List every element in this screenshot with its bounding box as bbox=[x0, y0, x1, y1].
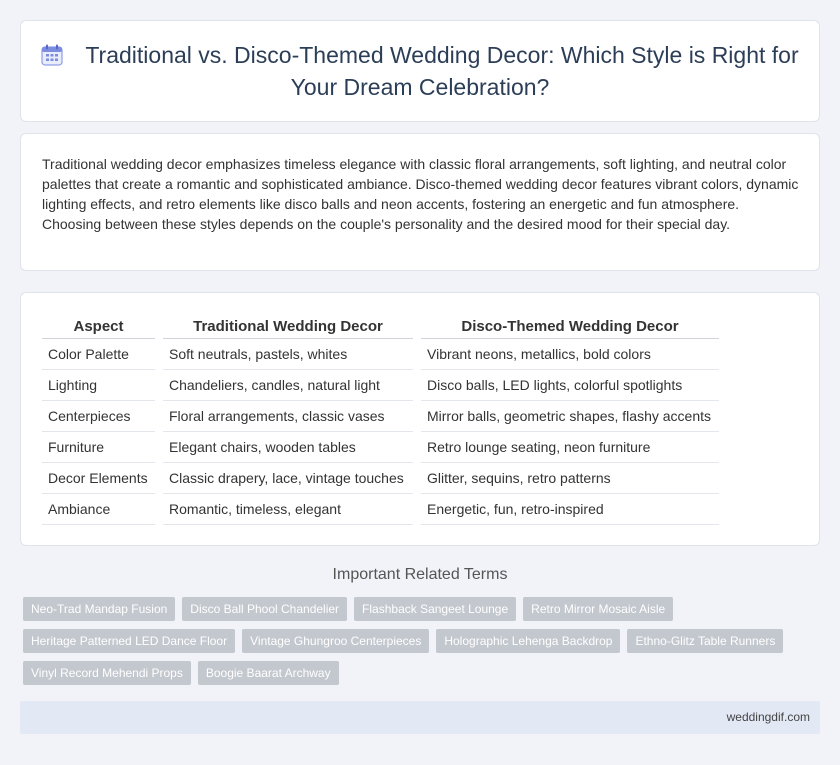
table-cell: Decor Elements bbox=[42, 462, 159, 494]
header-aspect: Aspect bbox=[42, 314, 159, 339]
related-term-tag[interactable]: Ethno-Glitz Table Runners bbox=[627, 629, 784, 653]
table-cell: Ambiance bbox=[42, 493, 159, 525]
related-term-tag[interactable]: Boogie Baarat Archway bbox=[197, 661, 339, 685]
table-cell: Chandeliers, candles, natural light bbox=[155, 369, 417, 401]
calendar-icon bbox=[41, 44, 63, 73]
table-cell: Retro lounge seating, neon furniture bbox=[413, 431, 719, 463]
table-cell: Color Palette bbox=[42, 338, 159, 370]
table-header-row: Aspect Traditional Wedding Decor Disco-T… bbox=[42, 314, 719, 339]
page-title-text: Traditional vs. Disco-Themed Wedding Dec… bbox=[85, 42, 799, 100]
table-row: Lighting Chandeliers, candles, natural l… bbox=[42, 369, 719, 401]
table-row: Color Palette Soft neutrals, pastels, wh… bbox=[42, 338, 719, 370]
table-cell: Mirror balls, geometric shapes, flashy a… bbox=[413, 400, 719, 432]
footer-bar: weddingdif.com bbox=[20, 701, 820, 734]
comparison-card: Aspect Traditional Wedding Decor Disco-T… bbox=[20, 292, 820, 546]
page-title: Traditional vs. Disco-Themed Wedding Dec… bbox=[21, 41, 819, 102]
related-term-tag[interactable]: Holographic Lehenga Backdrop bbox=[436, 629, 621, 653]
table-cell: Centerpieces bbox=[42, 400, 159, 432]
table-cell: Lighting bbox=[42, 369, 159, 401]
related-term-tag[interactable]: Heritage Patterned LED Dance Floor bbox=[23, 629, 236, 653]
table-row: Ambiance Romantic, timeless, elegant Ene… bbox=[42, 493, 719, 525]
table-row: Decor Elements Classic drapery, lace, vi… bbox=[42, 462, 719, 494]
header-traditional: Traditional Wedding Decor bbox=[155, 314, 417, 339]
related-terms-list: Neo-Trad Mandap Fusion Disco Ball Phool C… bbox=[23, 597, 823, 693]
table-cell: Floral arrangements, classic vases bbox=[155, 400, 417, 432]
table-cell: Vibrant neons, metallics, bold colors bbox=[413, 338, 719, 370]
table-row: Centerpieces Floral arrangements, classi… bbox=[42, 400, 719, 432]
table-row: Furniture Elegant chairs, wooden tables … bbox=[42, 431, 719, 463]
related-term-tag[interactable]: Vintage Ghungroo Centerpieces bbox=[242, 629, 430, 653]
related-term-tag[interactable]: Vinyl Record Mehendi Props bbox=[23, 661, 191, 685]
header-disco: Disco-Themed Wedding Decor bbox=[413, 314, 719, 339]
title-card: Traditional vs. Disco-Themed Wedding Dec… bbox=[20, 20, 820, 122]
table-cell: Glitter, sequins, retro patterns bbox=[413, 462, 719, 494]
related-terms-title: Important Related Terms bbox=[332, 566, 508, 583]
intro-card: Traditional wedding decor emphasizes tim… bbox=[20, 133, 820, 271]
table-cell: Soft neutrals, pastels, whites bbox=[155, 338, 417, 370]
table-cell: Romantic, timeless, elegant bbox=[155, 493, 417, 525]
intro-text: Traditional wedding decor emphasizes tim… bbox=[42, 156, 799, 232]
related-term-tag[interactable]: Flashback Sangeet Lounge bbox=[354, 597, 517, 621]
comparison-table: Aspect Traditional Wedding Decor Disco-T… bbox=[42, 314, 719, 525]
related-term-tag[interactable]: Retro Mirror Mosaic Aisle bbox=[523, 597, 674, 621]
table-cell: Classic drapery, lace, vintage touches bbox=[155, 462, 417, 494]
table-cell: Elegant chairs, wooden tables bbox=[155, 431, 417, 463]
related-term-tag[interactable]: Disco Ball Phool Chandelier bbox=[182, 597, 348, 621]
related-term-tag[interactable]: Neo-Trad Mandap Fusion bbox=[23, 597, 176, 621]
table-cell: Furniture bbox=[42, 431, 159, 463]
footer-site-link[interactable]: weddingdif.com bbox=[727, 710, 810, 724]
table-cell: Energetic, fun, retro-inspired bbox=[413, 493, 719, 525]
table-cell: Disco balls, LED lights, colorful spotli… bbox=[413, 369, 719, 401]
